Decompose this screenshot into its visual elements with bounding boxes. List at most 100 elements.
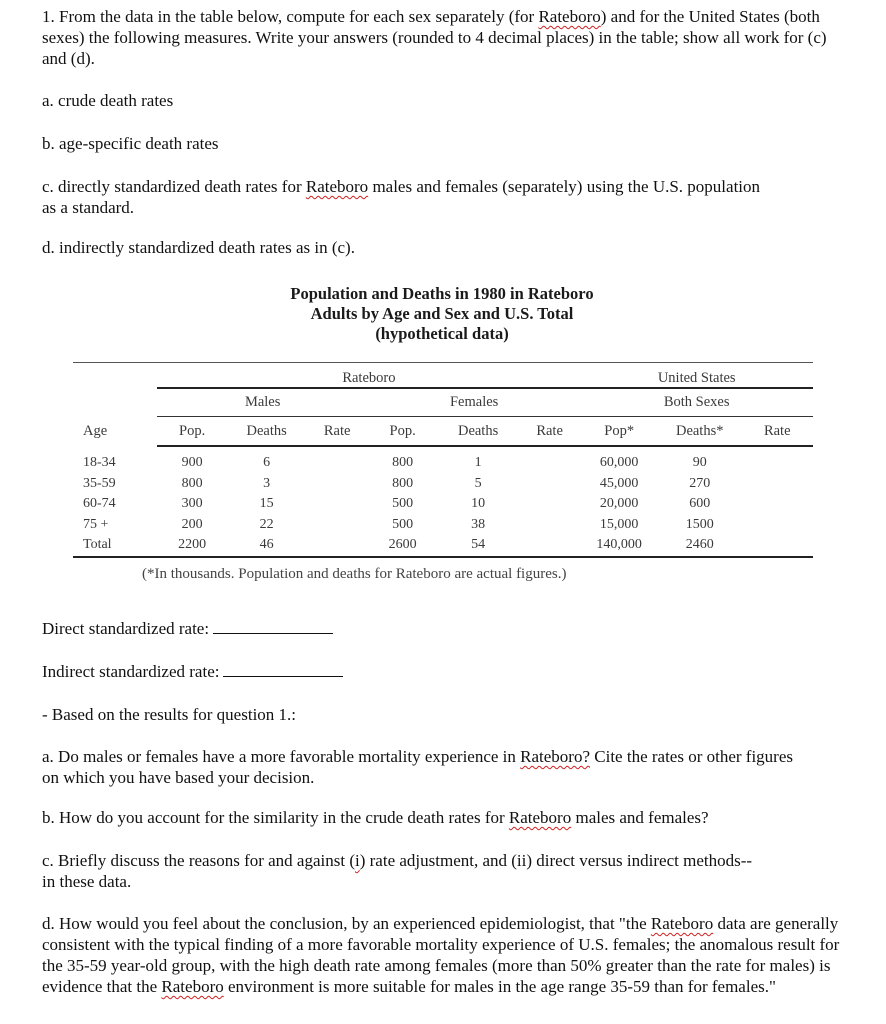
column-header-row: Age Pop. Deaths Rate Pop. Deaths Rate Po… [73,416,813,447]
cell-f-rate[interactable] [519,494,581,515]
cell-m-pop: 300 [181,496,203,512]
table-body: 18-34 900 6 800 1 60,000 90 35-59 800 3 800 5 45,000… [73,446,813,558]
col-age: Age [83,422,108,439]
cell-us-rate[interactable] [742,474,814,495]
group-rateboro: Rateboro [157,362,581,389]
item-b: b. age-specific death rates [42,134,219,153]
spellcheck-word[interactable]: Rateboro [509,808,571,827]
cell-us-rate[interactable] [742,446,814,474]
table-title-line-2: Adults by Age and Sex and U.S. Total [310,304,574,323]
followup-c-text-1: c. Briefly discuss the reasons for and a… [42,851,355,870]
cell-f-rate[interactable] [519,446,581,474]
table-row: Total 2200 46 2600 54 140,000 2460 [73,535,813,558]
empty-cell [73,388,157,417]
col-f-rate: Rate [518,416,581,447]
item-c-text-1: c. directly standardized death rates for [42,177,306,196]
cell-m-rate[interactable] [306,535,368,558]
group-us: United States [580,362,813,389]
table-row: 18-34 900 6 800 1 60,000 90 [73,446,813,474]
followup-lead: - Based on the results for question 1.: [42,705,297,724]
followup-b: b. How do you account for the similarity… [42,807,842,828]
cell-f-deaths: 5 [474,475,482,491]
col-f-deaths: Deaths [437,416,519,447]
table-footnote: (*In thousands. Population and deaths fo… [142,566,567,582]
indirect-rate-blank[interactable] [223,661,344,677]
spellcheck-word[interactable]: Rateboro [161,977,223,996]
col-us-rate: Rate [741,416,813,447]
col-m-deaths: Deaths [226,416,307,447]
cell-f-pop: 800 [392,455,414,471]
table-title-line-3: (hypothetical data) [375,324,509,343]
item-a: a. crude death rates [42,91,174,110]
col-f-pop: Pop. [367,416,438,447]
population-deaths-table: Rateboro United States Males Females Bot… [73,362,813,558]
table-title-line-1: Population and Deaths in 1980 in Ratebor… [290,284,594,303]
table-row: 75 + 200 22 500 38 15,000 1500 [73,515,813,536]
cell-m-rate[interactable] [306,494,368,515]
cell-f-rate[interactable] [519,515,581,536]
question-intro: 1. From the data in the table below, com… [42,6,842,69]
spellcheck-word[interactable]: Rateboro [306,177,368,196]
followup-b-text-2: males and females? [571,808,709,827]
table-row: 35-59 800 3 800 5 45,000 270 [73,474,813,495]
cell-age: 18-34 [83,454,116,470]
cell-age: Total [73,535,158,558]
followup-d-text-3: environment is more suitable for males i… [223,977,776,996]
cell-us-deaths: 90 [692,455,707,471]
cell-us-deaths: 270 [689,475,711,491]
spellcheck-word[interactable]: Rateboro [538,7,600,26]
cell-f-deaths: 10 [471,496,486,512]
followup-b-text-1: b. How do you account for the similarity… [42,808,509,827]
group-header-row: Rateboro United States [73,362,813,389]
cell-m-rate[interactable] [306,474,368,495]
table-title: Population and Deaths in 1980 in Ratebor… [0,284,886,344]
col-m-pop: Pop. [157,416,227,447]
cell-f-pop: 500 [392,516,414,532]
direct-rate-blank[interactable] [213,618,334,634]
cell-us-pop: 20,000 [599,496,639,512]
direct-rate-line: Direct standardized rate: [42,618,334,639]
cell-f-rate[interactable] [518,535,581,558]
cell-f-deaths: 54 [437,535,519,558]
cell-f-pop: 800 [392,475,414,491]
subgroup-females: Females [367,388,581,417]
cell-us-rate[interactable] [741,535,813,558]
cell-m-pop: 800 [181,475,203,491]
cell-f-rate[interactable] [519,474,581,495]
subgroup-males: Males [157,388,368,417]
intro-text-1: 1. From the data in the table below, com… [42,7,539,26]
cell-m-deaths: 46 [226,535,307,558]
cell-f-pop: 500 [392,496,414,512]
col-m-rate: Rate [306,416,368,447]
cell-us-deaths: 2460 [657,535,742,558]
data-table-container: Rateboro United States Males Females Bot… [73,362,813,558]
cell-m-pop: 200 [181,516,203,532]
cell-f-deaths: 38 [471,516,486,532]
cell-m-rate[interactable] [306,446,368,474]
col-us-pop: Pop* [580,416,658,447]
followup-a: a. Do males or females have a more favor… [42,746,802,788]
cell-age: 60-74 [83,496,116,512]
item-d: d. indirectly standardized death rates a… [42,238,355,257]
cell-us-rate[interactable] [742,515,814,536]
direct-rate-label: Direct standardized rate: [42,619,210,638]
cell-us-pop: 140,000 [580,535,658,558]
indirect-rate-line: Indirect standardized rate: [42,661,344,682]
cell-m-deaths: 15 [259,496,274,512]
cell-age: 35-59 [83,475,116,491]
cell-us-rate[interactable] [742,494,814,515]
col-us-deaths: Deaths* [657,416,742,447]
empty-cell [73,362,158,388]
followup-a-text-1: a. Do males or females have a more favor… [42,747,521,766]
cell-m-pop: 900 [181,455,203,471]
spellcheck-word[interactable]: Rateboro [651,914,713,933]
cell-m-rate[interactable] [306,515,368,536]
cell-us-deaths: 1500 [685,516,714,532]
spellcheck-word[interactable]: Rateboro? [520,747,590,766]
cell-us-pop: 15,000 [599,516,639,532]
cell-us-deaths: 600 [689,496,711,512]
cell-us-pop: 60,000 [599,455,639,471]
table-row: 60-74 300 15 500 10 20,000 600 [73,494,813,515]
item-c: c. directly standardized death rates for… [42,176,762,218]
followup-d: d. How would you feel about the conclusi… [42,913,842,997]
